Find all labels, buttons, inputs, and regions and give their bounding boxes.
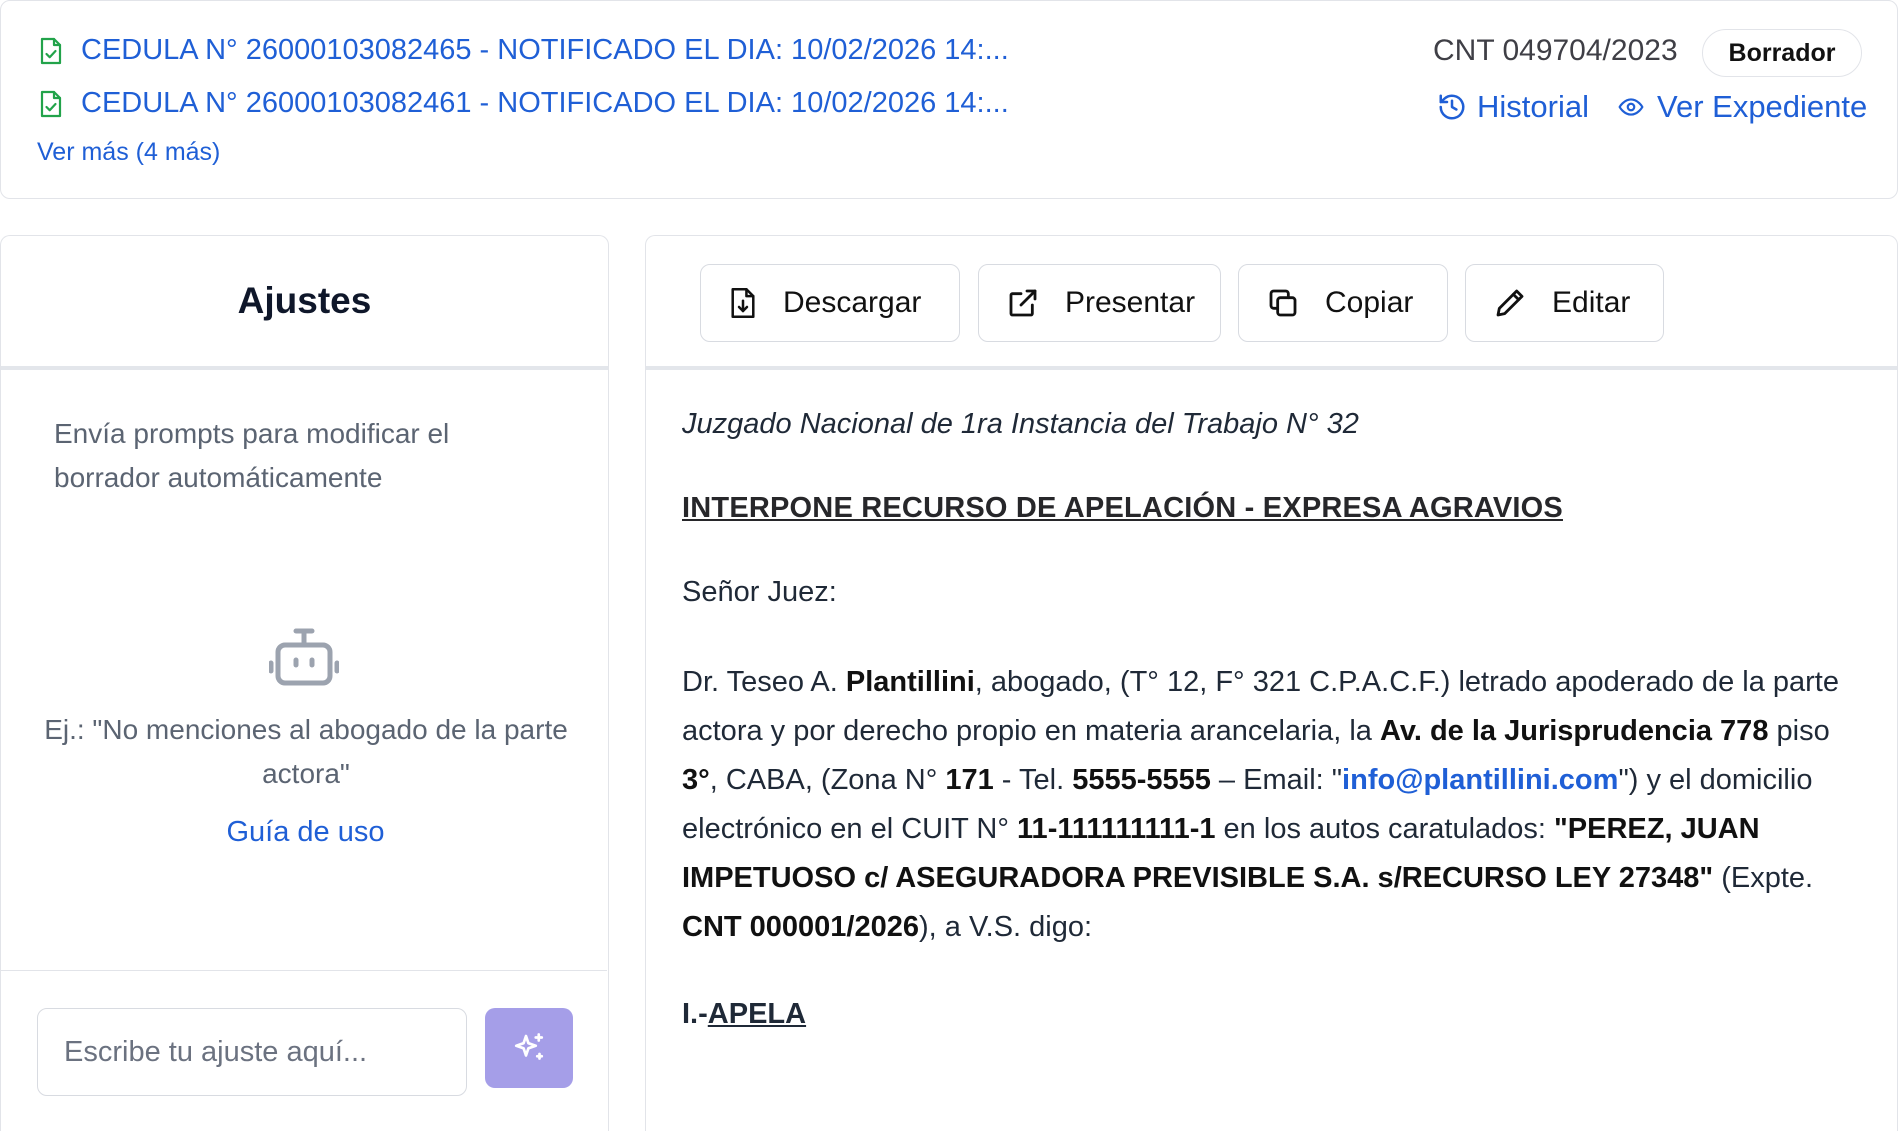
view-case-label: Ver Expediente xyxy=(1657,89,1868,124)
address-street: Av. de la Jurisprudencia 778 xyxy=(1380,715,1769,747)
view-case-link[interactable]: Ver Expediente xyxy=(1615,89,1867,125)
opening-paragraph: Dr. Teseo A. Plantillini, abogado, (T° 1… xyxy=(682,658,1862,952)
settings-description: Envía prompts para modificar el borrador… xyxy=(54,418,450,493)
notification-link[interactable]: CEDULA N° 26000103082461 - NOTIFICADO EL… xyxy=(39,87,1009,120)
cuit-number: 11-111111111-1 xyxy=(1017,813,1216,845)
prompt-bar xyxy=(1,970,607,1131)
eye-icon xyxy=(1618,98,1644,116)
sparkles-icon xyxy=(514,1033,544,1060)
edit-label: Editar xyxy=(1552,286,1631,319)
section-heading: I.-APELA xyxy=(682,994,1862,1034)
lawyer-surname: Plantillini xyxy=(845,666,975,698)
text-run: Dr. Teseo A. xyxy=(682,666,846,698)
draft-document[interactable]: Juzgado Nacional de 1ra Instancia del Tr… xyxy=(682,404,1862,1034)
history-icon xyxy=(1439,94,1465,120)
copy-icon xyxy=(1269,289,1297,317)
download-button[interactable]: Descargar xyxy=(700,264,960,342)
copy-label: Copiar xyxy=(1325,286,1414,319)
file-number: CNT 000001/2026 xyxy=(682,911,919,943)
submit-label: Presentar xyxy=(1065,286,1196,319)
history-label: Historial xyxy=(1477,89,1589,124)
notification-label: CEDULA N° 26000103082465 - NOTIFICADO EL… xyxy=(81,34,1009,66)
notification-link[interactable]: CEDULA N° 26000103082465 - NOTIFICADO EL… xyxy=(39,34,1009,67)
status-badge: Borrador xyxy=(1702,29,1862,77)
draft-toolbar: Descargar Presentar Copiar Editar xyxy=(646,236,1897,370)
section-title: APELA xyxy=(707,998,807,1030)
edit-button[interactable]: Editar xyxy=(1465,264,1664,342)
text-run: , CABA, (Zona N° xyxy=(709,764,946,796)
text-run: ), a V.S. digo: xyxy=(919,911,1093,943)
document-title: INTERPONE RECURSO DE APELACIÓN - EXPRESA… xyxy=(682,492,1563,524)
text-run: (Expte. xyxy=(1713,862,1814,894)
usage-guide-link[interactable]: Guía de uso xyxy=(1,816,610,849)
text-run: – Email: " xyxy=(1210,764,1343,796)
file-download-icon xyxy=(731,288,755,318)
external-link-icon xyxy=(1009,289,1037,317)
bot-icon xyxy=(269,628,339,686)
case-header-card: CEDULA N° 26000103082465 - NOTIFICADO EL… xyxy=(0,0,1898,199)
history-link[interactable]: Historial xyxy=(1437,89,1589,125)
file-check-icon xyxy=(40,37,62,64)
court-name: Juzgado Nacional de 1ra Instancia del Tr… xyxy=(682,408,1359,440)
case-number: CNT 049704/2023 xyxy=(1433,34,1678,67)
show-more-link[interactable]: Ver más (4 más) xyxy=(37,138,220,167)
prompt-input[interactable] xyxy=(37,1008,467,1096)
submit-button[interactable]: Presentar xyxy=(978,264,1221,342)
zone-number: 171 xyxy=(945,764,994,796)
draft-panel: Descargar Presentar Copiar Editar Juzgad… xyxy=(645,235,1898,1131)
file-check-icon xyxy=(40,90,62,117)
text-run: - Tel. xyxy=(993,764,1073,796)
example-prompt: Ej.: "No menciones al abogado de la part… xyxy=(44,714,568,789)
notification-label: CEDULA N° 26000103082461 - NOTIFICADO EL… xyxy=(81,87,1009,119)
pencil-icon xyxy=(1496,289,1524,317)
copy-button[interactable]: Copiar xyxy=(1238,264,1448,342)
download-label: Descargar xyxy=(783,286,922,319)
settings-header: Ajustes xyxy=(1,236,608,370)
settings-panel: Ajustes Envía prompts para modificar el … xyxy=(0,235,609,1131)
text-run: piso xyxy=(1768,715,1830,747)
section-prefix: I.- xyxy=(682,998,708,1030)
email-link[interactable]: info@plantillini.com xyxy=(1342,764,1618,796)
salutation: Señor Juez: xyxy=(682,576,837,608)
text-run: en los autos caratulados: xyxy=(1215,813,1555,845)
phone-number: 5555-5555 xyxy=(1072,764,1211,796)
address-floor: 3° xyxy=(682,764,710,796)
settings-title: Ajustes xyxy=(237,280,372,321)
send-prompt-button[interactable] xyxy=(485,1008,573,1088)
